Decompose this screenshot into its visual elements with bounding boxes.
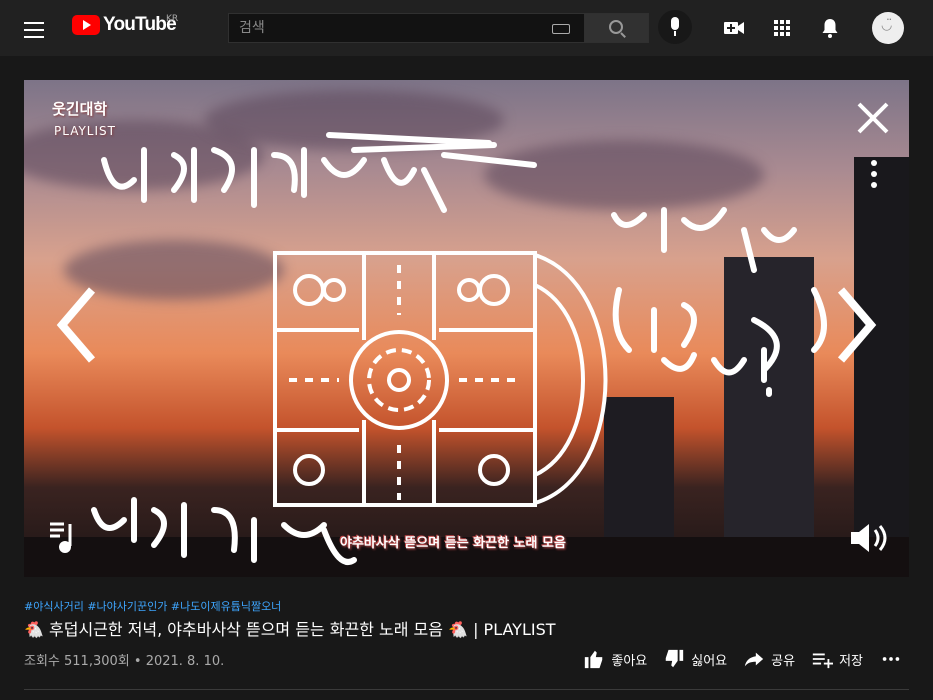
voice-search-button[interactable] bbox=[658, 10, 692, 44]
share-button[interactable]: 공유 bbox=[743, 648, 795, 670]
more-options-icon[interactable] bbox=[871, 160, 879, 196]
create-video-icon[interactable] bbox=[722, 16, 746, 40]
hashtag-link[interactable]: #나야사기꾼인가 bbox=[87, 600, 167, 613]
save-button[interactable]: 저장 bbox=[811, 648, 863, 670]
previous-arrow-icon[interactable] bbox=[52, 285, 102, 365]
dislike-button[interactable]: 싫어요 bbox=[663, 648, 727, 670]
notifications-bell-icon[interactable] bbox=[818, 16, 842, 40]
hashtag-link[interactable]: #나도이제유튭닉짤오너 bbox=[171, 600, 281, 613]
view-count: 조회수 511,300회 bbox=[24, 654, 130, 669]
video-title: 🐔 후덥시근한 저녁, 야추바사삭 뜯으며 듣는 화끈한 노래 모음 🐔 | P… bbox=[24, 620, 556, 639]
top-bar: YouTube KR bbox=[0, 0, 933, 56]
search-box bbox=[228, 13, 584, 43]
hashtag-list: #야식사거리 #나야사기꾼인가 #나도이제유튭닉짤오너 bbox=[24, 598, 281, 614]
apps-grid-icon[interactable] bbox=[770, 16, 794, 40]
dislike-label: 싫어요 bbox=[691, 653, 728, 669]
search-button[interactable] bbox=[584, 13, 649, 43]
thumbs-up-icon bbox=[585, 650, 603, 669]
video-subtitle: 야추바사삭 뜯으며 듣는 화끈한 노래 모음 bbox=[340, 536, 566, 551]
more-actions-button[interactable] bbox=[879, 648, 909, 670]
logo-text: YouTube bbox=[103, 14, 177, 35]
divider bbox=[24, 689, 909, 690]
hamburger-menu-icon[interactable] bbox=[24, 18, 48, 38]
share-label: 공유 bbox=[771, 653, 796, 669]
microphone-icon bbox=[671, 17, 679, 30]
video-actions: 좋아요 싫어요 공유 저장 bbox=[567, 648, 909, 670]
like-label: 좋아요 bbox=[611, 653, 648, 669]
next-arrow-icon[interactable] bbox=[831, 285, 881, 365]
search-input[interactable] bbox=[237, 19, 541, 37]
search-icon bbox=[609, 20, 623, 34]
more-horizontal-icon bbox=[882, 657, 900, 661]
playlist-logo-artwork bbox=[273, 251, 608, 507]
share-icon bbox=[744, 652, 764, 667]
save-label: 저장 bbox=[839, 653, 863, 669]
hashtag-link[interactable]: #야식사거리 bbox=[24, 600, 84, 613]
account-avatar[interactable] bbox=[872, 12, 904, 44]
keyboard-icon[interactable] bbox=[552, 24, 570, 34]
thumbs-down-icon bbox=[666, 649, 684, 668]
video-player[interactable]: 웃긴대학 PLAYLIST 야추바사삭 뜯으며 듣는 화끈한 노래 모음 bbox=[24, 80, 909, 577]
close-icon[interactable] bbox=[855, 100, 891, 136]
video-stats: 조회수 511,300회 • 2021. 8. 10. bbox=[24, 654, 225, 669]
overlay-brand: 웃긴대학 bbox=[52, 100, 108, 118]
volume-icon[interactable] bbox=[847, 518, 893, 558]
youtube-logo[interactable]: YouTube KR bbox=[72, 14, 179, 36]
music-note-icon bbox=[50, 522, 72, 553]
youtube-play-icon bbox=[72, 15, 100, 35]
overlay-playlist-label: PLAYLIST bbox=[54, 124, 116, 138]
logo-region: KR bbox=[166, 14, 179, 24]
like-button[interactable]: 좋아요 bbox=[583, 648, 647, 670]
upload-date: 2021. 8. 10. bbox=[145, 654, 225, 669]
add-to-playlist-icon bbox=[812, 653, 834, 669]
